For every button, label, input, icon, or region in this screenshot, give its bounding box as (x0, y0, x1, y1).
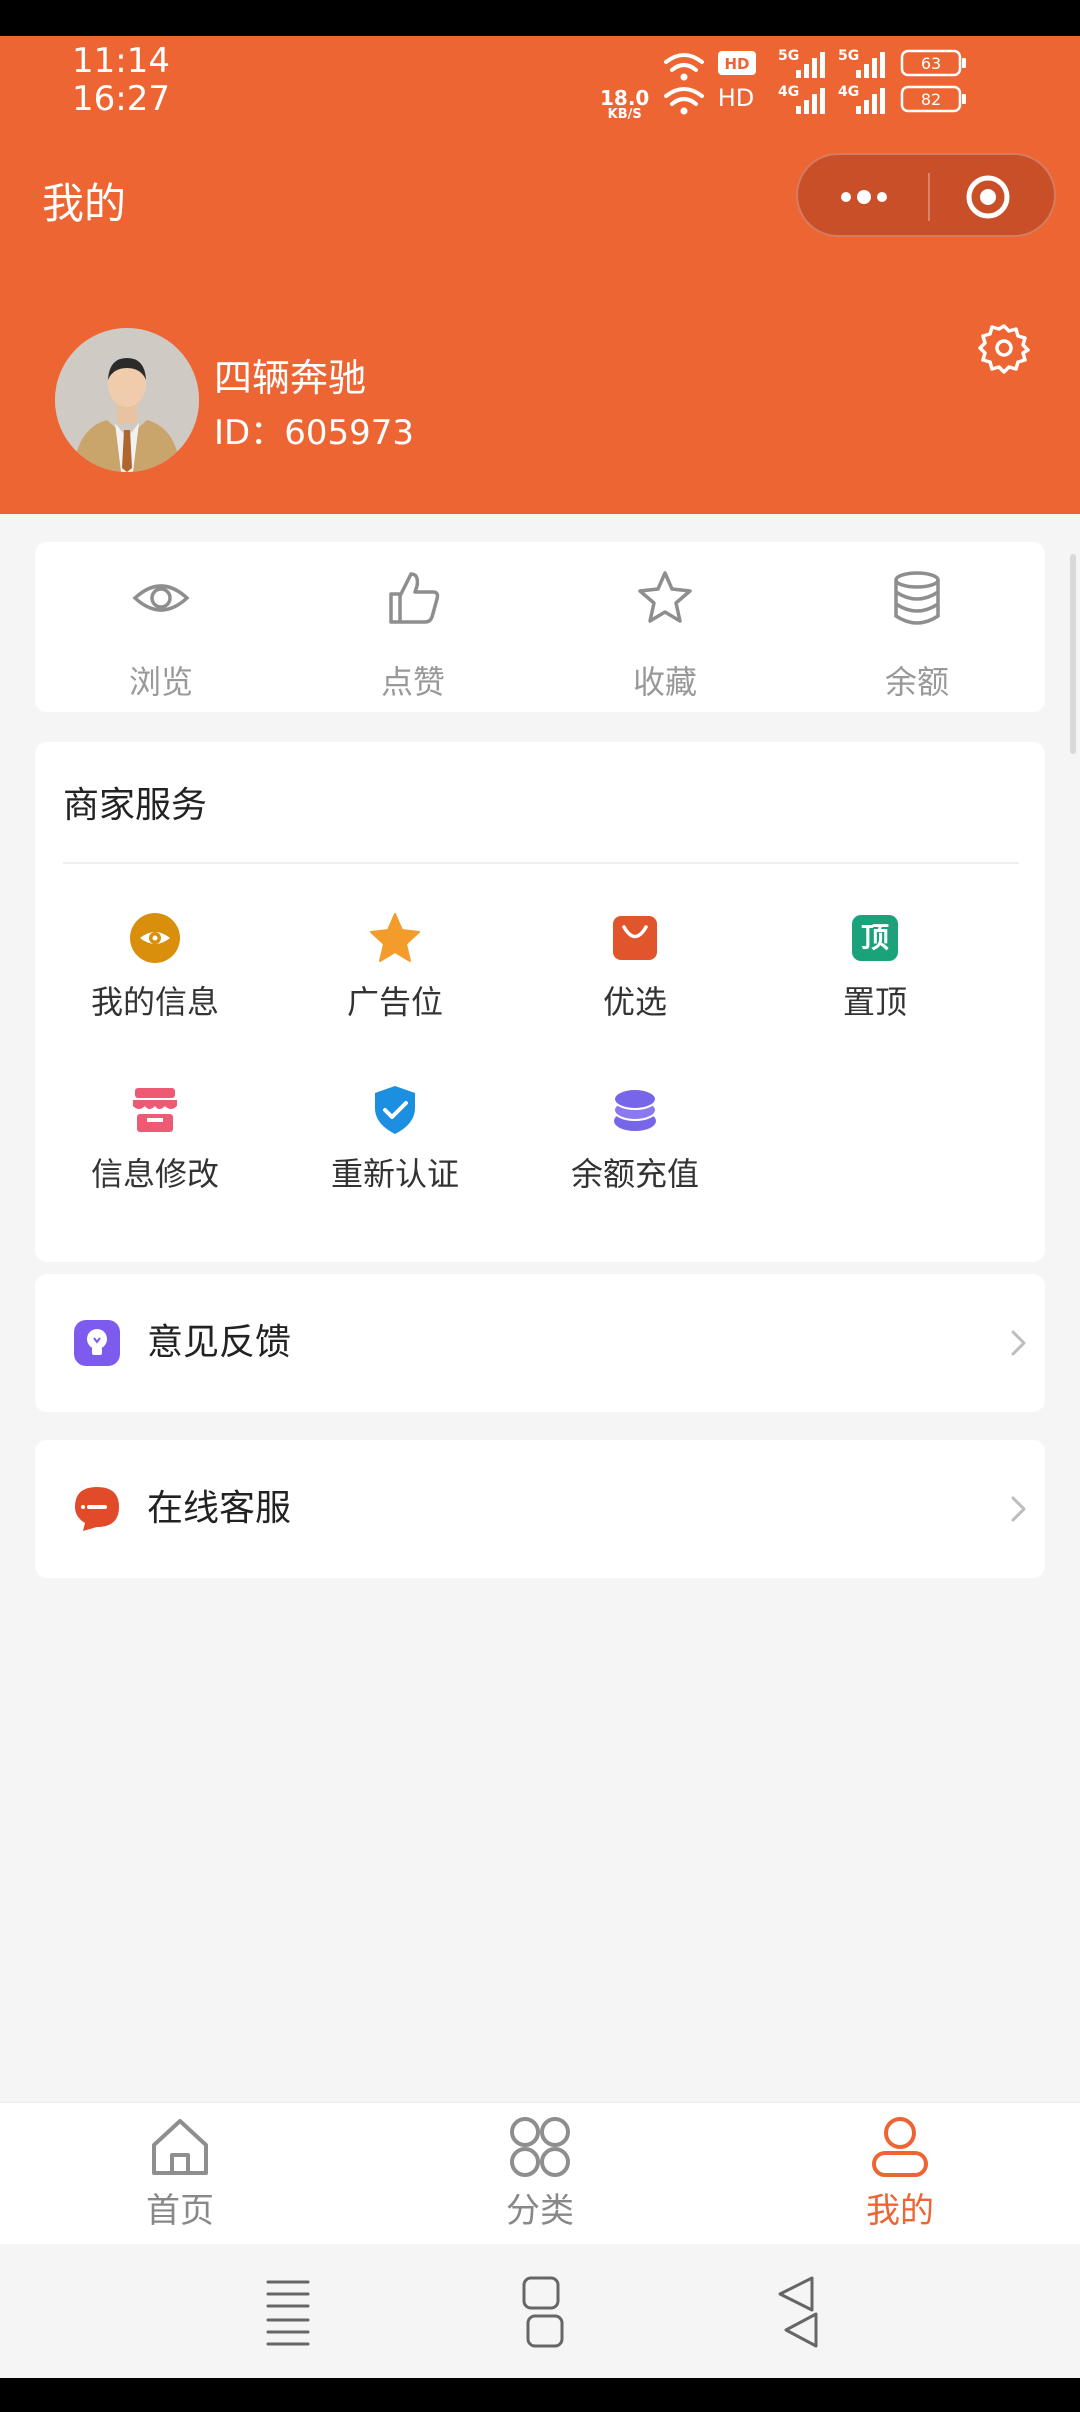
service-edit-info[interactable]: 信息修改 (35, 1084, 275, 1204)
top-icon: 顶 (852, 915, 898, 961)
service-label: 信息修改 (90, 1155, 219, 1193)
signal-icon-2: 5G 4G (838, 48, 885, 114)
screen-bottom-edge (0, 2378, 1080, 2412)
star-icon (638, 571, 692, 623)
status-bar-top (0, 0, 1080, 36)
svg-text:4G: 4G (778, 84, 799, 100)
svg-text:HD: HD (718, 84, 755, 112)
store-icon (133, 1088, 177, 1132)
stat-label: 收藏 (632, 663, 697, 701)
more-icon[interactable] (834, 177, 894, 217)
close-miniprogram-icon[interactable] (964, 173, 1012, 221)
section-title: 商家服务 (63, 785, 208, 826)
service-featured[interactable]: 优选 (515, 912, 755, 1032)
service-my-info[interactable]: 我的信息 (35, 912, 275, 1032)
coins-icon (613, 1088, 657, 1131)
net-speed: 18.0 KB/S (600, 86, 650, 122)
profile-section: 四辆奔驰 ID：605973 (0, 325, 1080, 475)
tab-mine[interactable]: 我的 (720, 2103, 1080, 2245)
eye-icon (130, 913, 180, 963)
status-time: 11:14 16:27 (72, 42, 170, 118)
status-indicators: 18.0 KB/S HD HD 5G 4G 5G 4G 63 82 (600, 44, 1020, 122)
service-pin-top[interactable]: 顶 置顶 (755, 912, 995, 1032)
category-icon (510, 2117, 570, 2177)
hd-icon: HD HD (718, 51, 756, 112)
miniprogram-capsule (796, 153, 1056, 237)
battery-icon: 63 82 (900, 49, 966, 113)
service-ad-slot[interactable]: 广告位 (275, 912, 515, 1032)
thumbs-up-icon (389, 572, 440, 624)
tab-label: 我的 (866, 2191, 934, 2231)
home-icon (152, 2119, 208, 2175)
stat-label: 点赞 (380, 663, 445, 701)
stat-balance[interactable]: 余额 (791, 542, 1043, 712)
chat-icon (75, 1487, 119, 1531)
stat-like[interactable]: 点赞 (287, 542, 539, 712)
service-label: 余额充值 (570, 1155, 699, 1193)
nav-bar: 我的 (0, 150, 1080, 240)
service-label: 置顶 (842, 983, 907, 1021)
row-label: 意见反馈 (147, 1322, 292, 1363)
capsule-divider (928, 173, 930, 221)
tab-label: 分类 (506, 2191, 574, 2231)
feedback-row[interactable]: 意见反馈 (35, 1274, 1045, 1412)
avatar[interactable] (55, 328, 199, 472)
home-button-icon[interactable] (512, 2274, 572, 2350)
chevron-right-icon (1011, 1496, 1026, 1522)
menu-icon[interactable] (258, 2274, 318, 2350)
eye-icon (132, 584, 190, 612)
chevron-right-icon (1011, 1330, 1026, 1356)
scrollbar[interactable] (1070, 554, 1076, 754)
service-label: 广告位 (346, 983, 443, 1021)
service-recharge[interactable]: 余额充值 (515, 1084, 755, 1204)
signal-icon-1: 5G 4G (778, 48, 825, 114)
customer-service-row[interactable]: 在线客服 (35, 1440, 1045, 1578)
svg-text:63: 63 (921, 54, 941, 73)
star-icon (370, 913, 420, 962)
divider (63, 862, 1019, 864)
stat-browse[interactable]: 浏览 (35, 542, 287, 712)
service-reverify[interactable]: 重新认证 (275, 1084, 515, 1204)
tab-category[interactable]: 分类 (360, 2103, 720, 2245)
svg-text:4G: 4G (838, 84, 859, 100)
gear-icon[interactable] (978, 322, 1030, 374)
svg-text:5G: 5G (838, 48, 859, 64)
bulb-icon (74, 1320, 120, 1366)
service-label: 优选 (602, 983, 667, 1021)
svg-text:顶: 顶 (861, 921, 889, 954)
user-name: 四辆奔驰 (214, 356, 367, 400)
user-id: ID：605973 (214, 413, 414, 453)
stat-favorite[interactable]: 收藏 (539, 542, 791, 712)
svg-text:82: 82 (921, 90, 941, 109)
shield-check-icon (375, 1086, 415, 1134)
user-icon (872, 2117, 928, 2177)
time-bottom: 16:27 (72, 79, 170, 119)
tab-label: 首页 (146, 2191, 214, 2231)
stat-label: 浏览 (128, 663, 193, 701)
status-bar: 11:14 16:27 18.0 KB/S HD HD 5G 4G 5G 4G … (0, 36, 1080, 128)
stat-label: 余额 (884, 663, 949, 701)
page-title: 我的 (42, 179, 127, 228)
back-icon[interactable] (772, 2274, 832, 2350)
shopping-bag-icon (613, 916, 657, 960)
wifi-icon (664, 53, 704, 115)
tab-home[interactable]: 首页 (0, 2103, 360, 2245)
time-top: 11:14 (72, 41, 170, 81)
row-label: 在线客服 (147, 1488, 292, 1529)
service-label: 重新认证 (330, 1155, 459, 1193)
content-area: 浏览 点赞 收藏 余额 商家服务 我的信息 广告位 优选 顶 置顶 信息修改 重… (0, 514, 1080, 2102)
service-label: 我的信息 (90, 983, 219, 1021)
merchant-services-card: 商家服务 我的信息 广告位 优选 顶 置顶 信息修改 重新认证 余额充值 (35, 742, 1045, 1262)
system-nav-bar (0, 2244, 1080, 2378)
database-icon (894, 571, 940, 625)
svg-text:HD: HD (724, 55, 749, 73)
stats-card: 浏览 点赞 收藏 余额 (35, 542, 1045, 712)
tab-bar: 首页 分类 我的 (0, 2102, 1080, 2244)
svg-text:5G: 5G (778, 48, 799, 64)
